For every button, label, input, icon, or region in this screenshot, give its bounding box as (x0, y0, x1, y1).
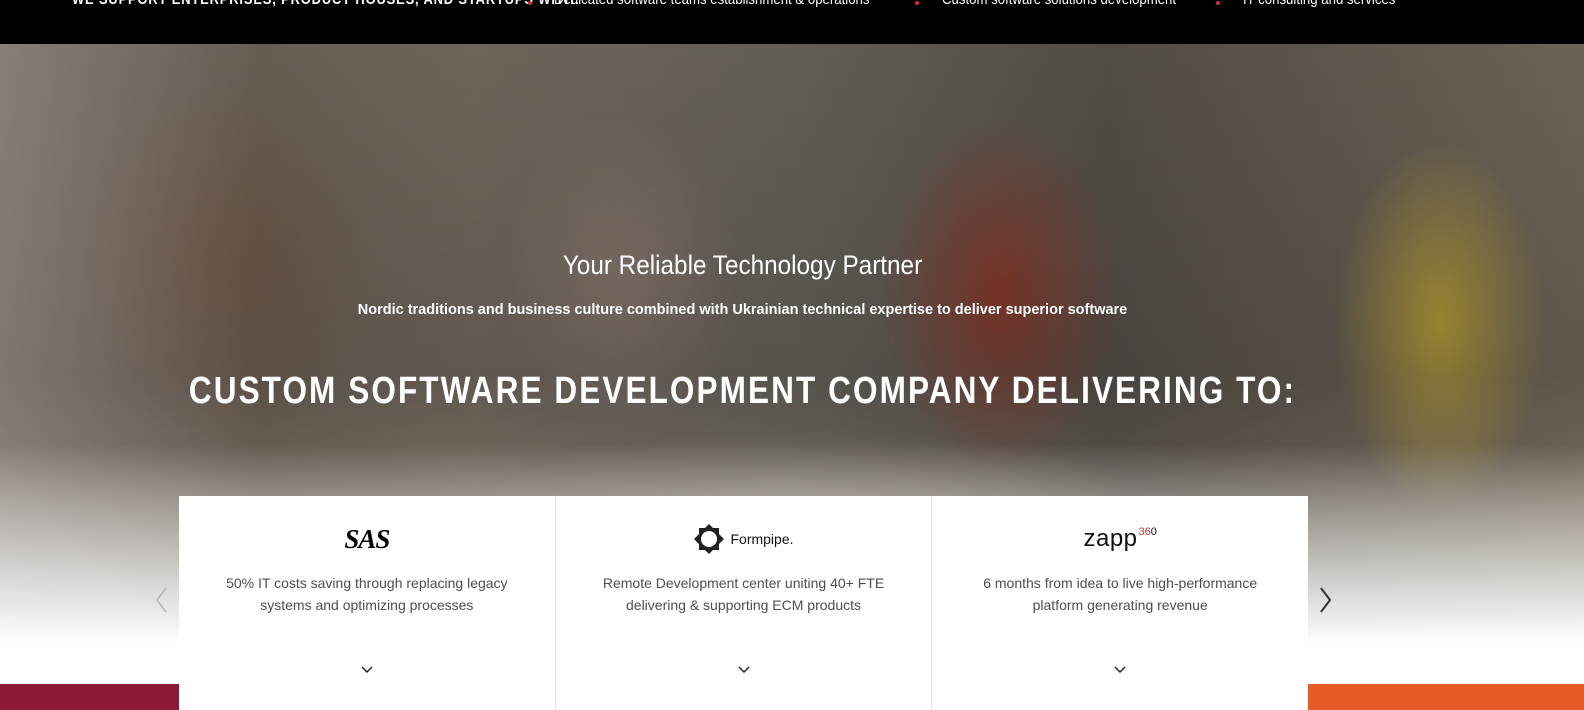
topbar-lead-text: WE SUPPORT ENTERPRISES, PRODUCT HOUSES, … (72, 0, 580, 8)
hero-subtitle: Nordic traditions and business culture c… (357, 302, 1128, 318)
page: WE SUPPORT ENTERPRISES, PRODUCT HOUSES, … (0, 0, 1584, 710)
case-description: 50% IT costs saving through replacing le… (226, 575, 508, 613)
formpipe-logo: Formpipe. (556, 522, 932, 556)
formpipe-mark-icon (694, 524, 725, 554)
zapp360-logo: zapp 360 (1083, 525, 1157, 552)
bullet-icon (1216, 1, 1220, 5)
accent-strip-right (1307, 684, 1584, 710)
carousel-next-button[interactable] (1315, 584, 1335, 616)
case-description: Remote Development center uniting 40+ FT… (602, 575, 885, 613)
case-card-formpipe[interactable]: Formpipe. Remote Development center unit… (556, 496, 933, 710)
case-cards-carousel: SAS 50% IT costs saving through replacin… (179, 496, 1308, 710)
topbar-service-link[interactable]: Dedicated software teams establishment &… (554, 0, 870, 8)
case-card-zapp360[interactable]: zapp 360 6 months from idea to live high-… (932, 496, 1308, 710)
chevron-down-icon[interactable] (359, 664, 375, 676)
sas-logo: SAS (344, 523, 390, 554)
bullet-icon (528, 1, 532, 5)
topbar-service-link[interactable]: Custom software solutions development (942, 0, 1176, 8)
chevron-down-icon[interactable] (1112, 664, 1128, 676)
case-description: 6 months from idea to live high-performa… (983, 575, 1258, 613)
chevron-right-icon (1320, 587, 1332, 613)
hero-headline: CUSTOM SOFTWARE DEVELOPMENT COMPANY DELI… (188, 370, 1297, 412)
chevron-left-icon (155, 587, 167, 613)
chevron-down-icon[interactable] (736, 664, 752, 676)
hero-tagline: Your Reliable Technology Partner (562, 250, 923, 280)
accent-strip-left (0, 684, 180, 710)
services-topbar: WE SUPPORT ENTERPRISES, PRODUCT HOUSES, … (0, 0, 1584, 44)
topbar-service-link[interactable]: IT consulting and services (1243, 0, 1395, 8)
carousel-prev-button[interactable] (152, 584, 172, 616)
case-card-sas[interactable]: SAS 50% IT costs saving through replacin… (179, 496, 556, 710)
bullet-icon (915, 1, 919, 5)
